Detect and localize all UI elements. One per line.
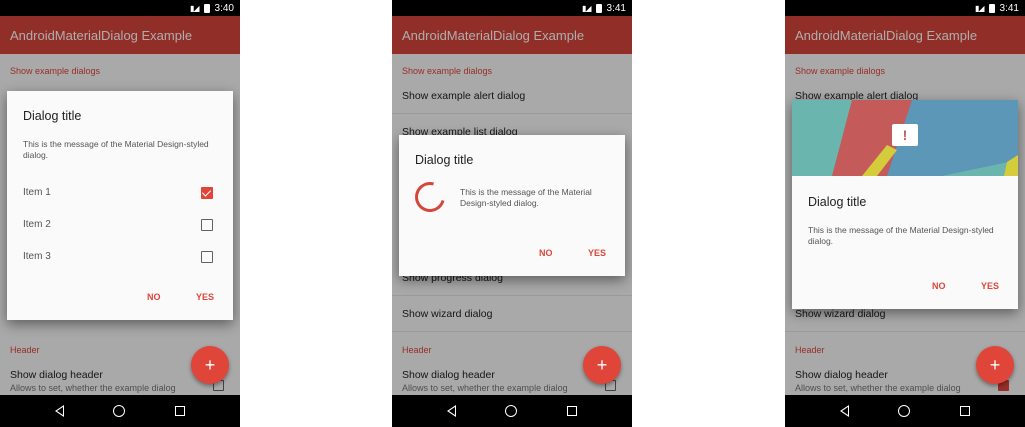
progress-spinner-icon [409,176,451,218]
battery-icon [988,3,995,13]
status-bar: ▮◢ 3:40 [0,0,240,16]
alert-icon: ! [892,124,918,146]
dialog-item-checkbox[interactable] [201,219,213,231]
plus-icon: + [596,354,608,375]
progress-dialog: Dialog title This is the message of the … [399,135,625,276]
navigation-bar [785,395,1025,427]
dialog-header-image: ! [792,100,1018,176]
yes-button[interactable]: YES [981,281,999,291]
header-dialog: ! Dialog title This is the message of th… [792,100,1018,309]
check-icon [201,187,212,197]
phone-screen-1: ▮◢ 3:40 AndroidMaterialDialog Example Sh… [0,0,240,427]
dialog-message: This is the message of the Material Desi… [23,139,209,160]
no-button[interactable]: NO [147,292,161,302]
plus-icon: + [989,354,1001,375]
dialog-message: This is the message of the Material Desi… [808,225,994,246]
dialog-item-checkbox[interactable] [201,187,213,199]
list-dialog: Dialog title This is the message of the … [7,91,233,320]
status-time: 3:40 [214,2,234,14]
home-icon[interactable] [113,405,126,417]
status-bar: ▮◢ 3:41 [785,0,1025,16]
recents-icon[interactable] [960,406,971,416]
status-bar: ▮◢ 3:41 [392,0,632,16]
phone-screen-3: ▮◢ 3:41 AndroidMaterialDialog Example Sh… [785,0,1025,427]
alert-icon-glyph: ! [902,127,908,143]
home-icon[interactable] [505,405,518,417]
status-time: 3:41 [606,2,626,14]
signal-icon: ▮◢ [974,3,985,13]
battery-icon [203,3,210,13]
signal-icon: ▮◢ [581,3,592,13]
plus-icon: + [204,354,216,375]
navigation-bar [0,395,240,427]
dialog-title: Dialog title [23,109,82,123]
recents-icon[interactable] [567,406,578,416]
dialog-title: Dialog title [415,153,474,167]
back-icon[interactable] [839,405,849,417]
dialog-item-label[interactable]: Item 1 [23,187,51,198]
recents-icon[interactable] [175,406,186,416]
home-icon[interactable] [898,405,911,417]
back-icon[interactable] [446,405,456,417]
dialog-item-label[interactable]: Item 3 [23,251,51,262]
fab-add-button[interactable]: + [191,346,229,384]
status-time: 3:41 [999,2,1019,14]
no-button[interactable]: NO [539,248,553,258]
no-button[interactable]: NO [932,281,946,291]
yes-button[interactable]: YES [588,248,606,258]
signal-icon: ▮◢ [189,3,200,13]
back-icon[interactable] [54,405,64,417]
dialog-item-label[interactable]: Item 2 [23,219,51,230]
yes-button[interactable]: YES [196,292,214,302]
fab-add-button[interactable]: + [583,346,621,384]
battery-icon [595,3,602,13]
navigation-bar [392,395,632,427]
dialog-title: Dialog title [808,195,867,209]
dialog-message: This is the message of the Material Desi… [460,187,592,208]
dialog-item-checkbox[interactable] [201,251,213,263]
phone-screen-2: ▮◢ 3:41 AndroidMaterialDialog Example Sh… [392,0,632,427]
fab-add-button[interactable]: + [976,346,1014,384]
